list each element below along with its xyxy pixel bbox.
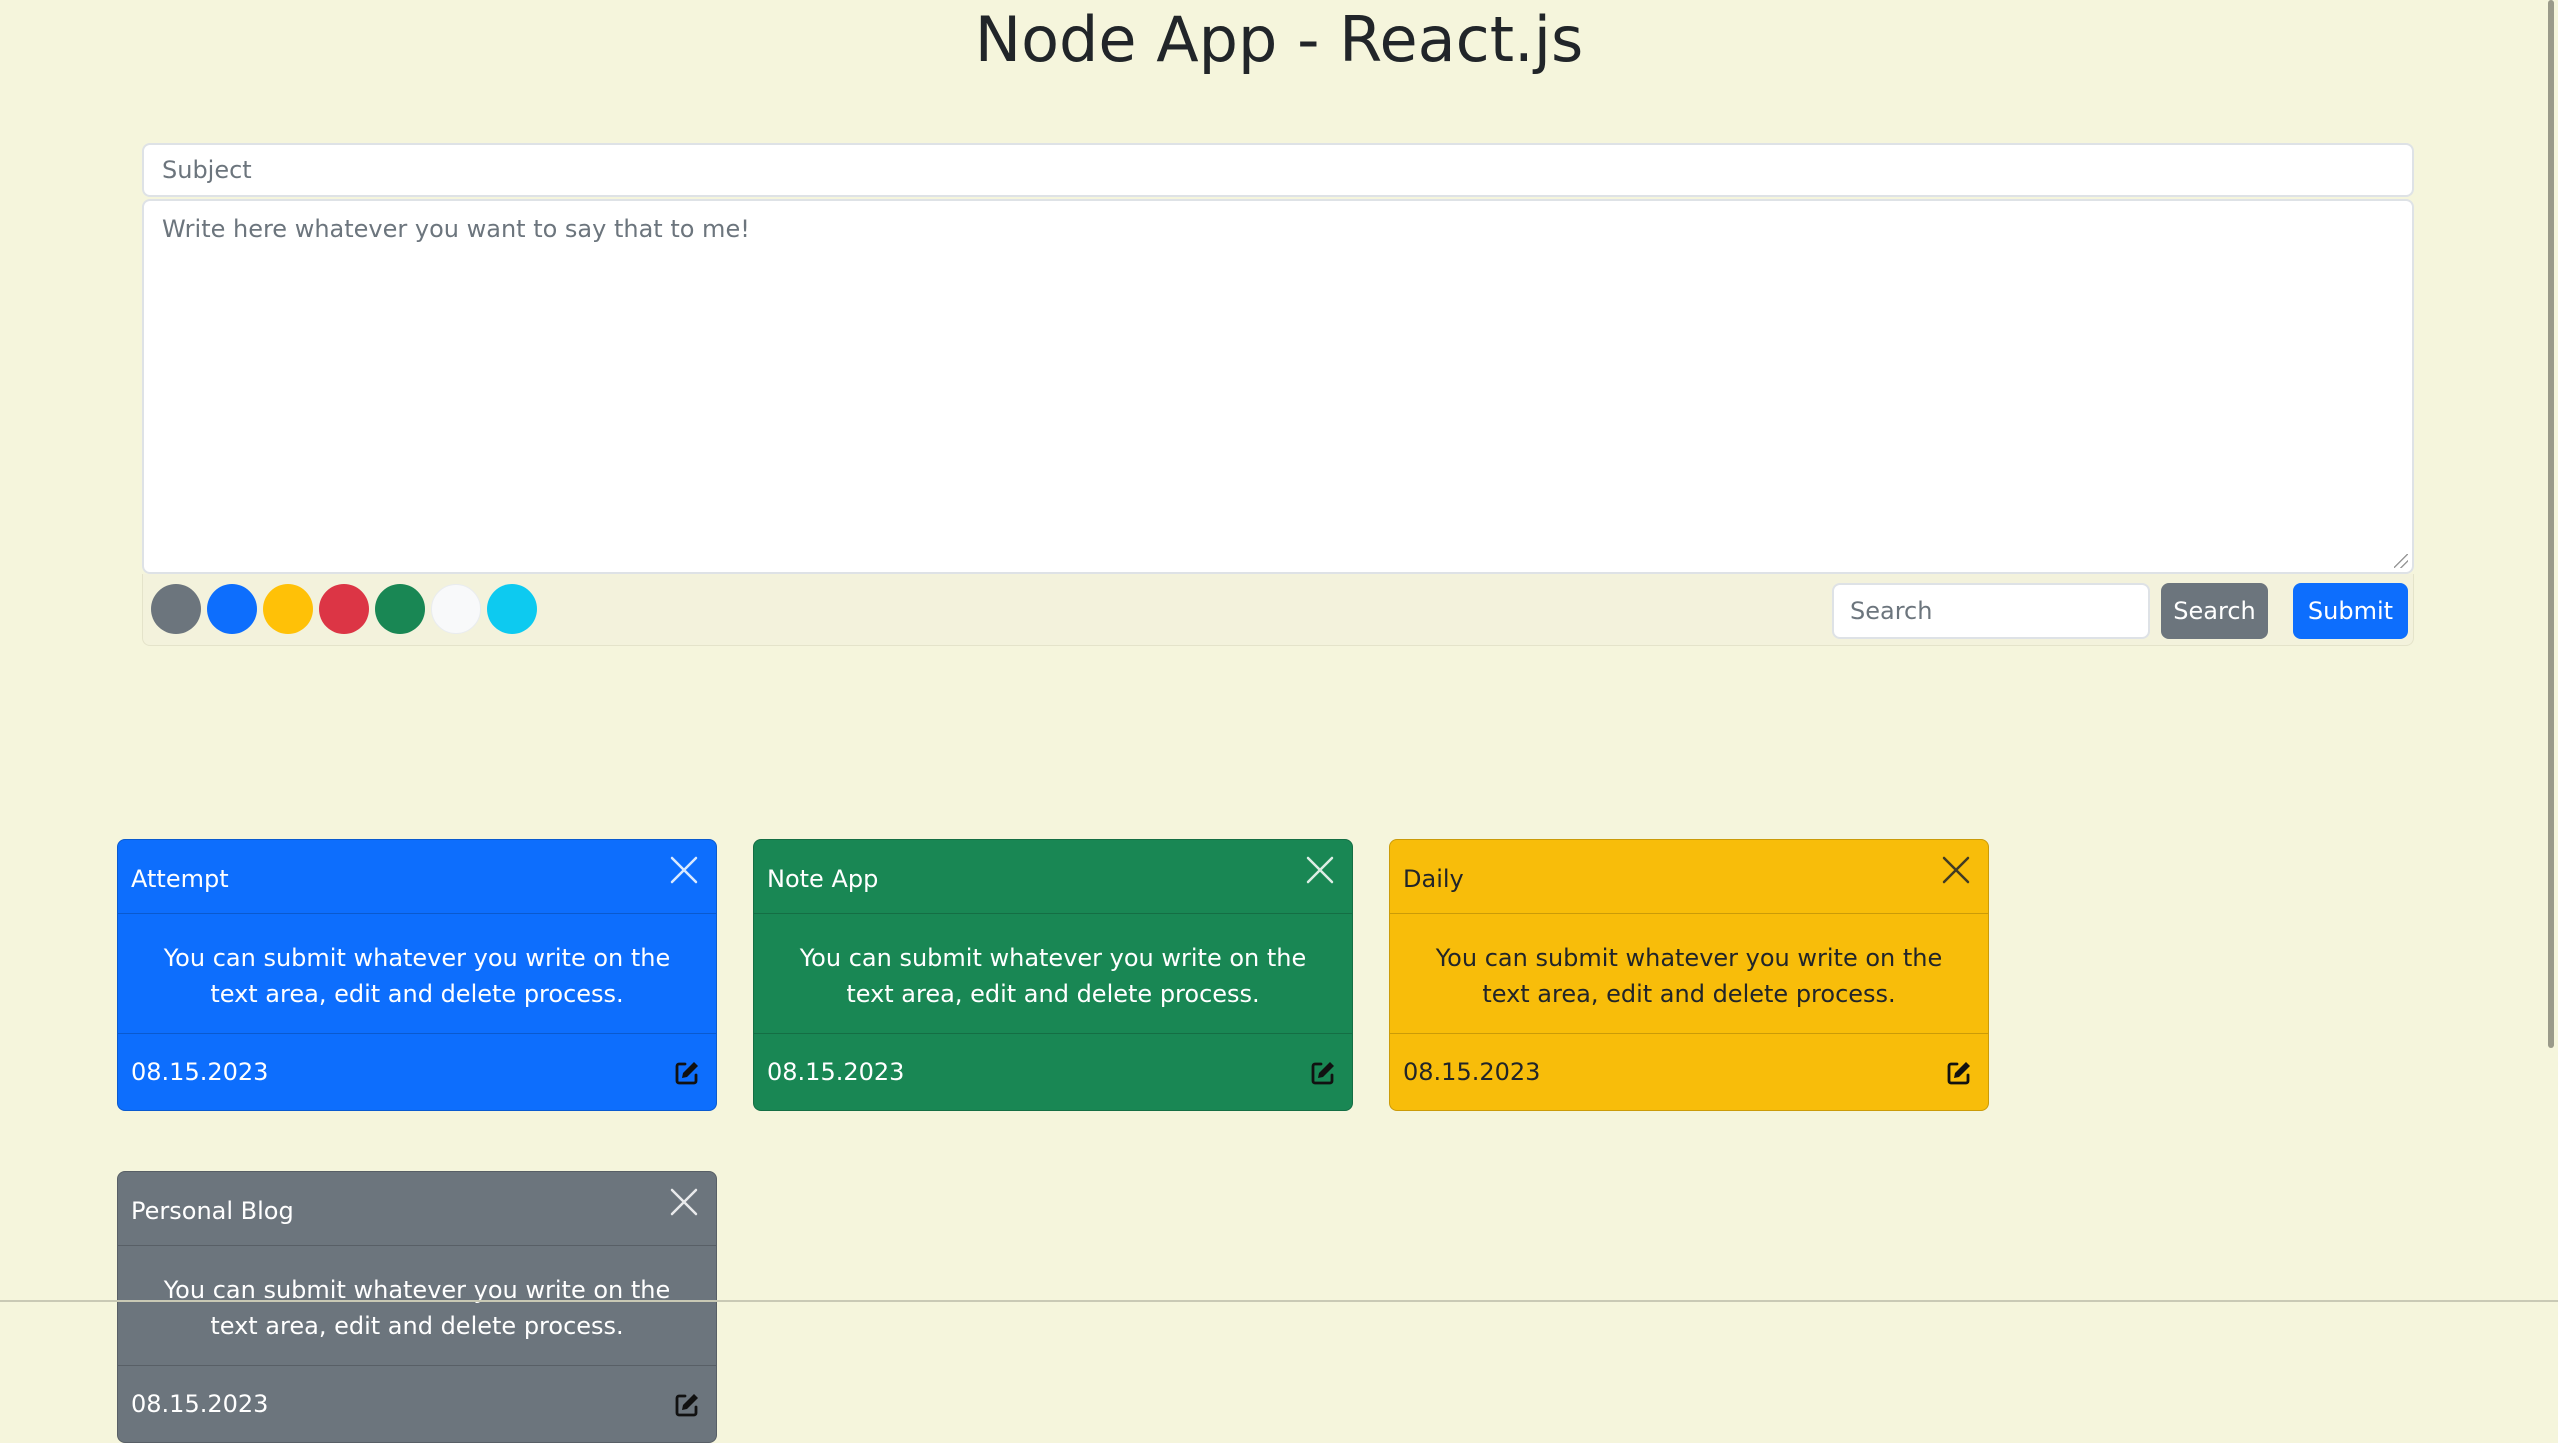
edit-icon[interactable]	[1946, 1060, 1972, 1086]
note-body: You can submit whatever you write on the…	[1390, 914, 1988, 1034]
color-swatch-light[interactable]	[431, 584, 481, 634]
note-toolbar: Search Search Submit	[142, 574, 2414, 646]
note-date: 08.15.2023	[767, 1058, 905, 1086]
submit-button[interactable]: Submit	[2293, 583, 2408, 639]
note-body: You can submit whatever you write on the…	[118, 1246, 716, 1366]
note-date: 08.15.2023	[131, 1058, 269, 1086]
note-title: Note App	[767, 865, 879, 893]
color-swatch-info[interactable]	[487, 584, 537, 634]
note-card: Note App You can submit whatever you writ…	[753, 839, 1353, 1111]
note-card-header: Daily	[1390, 840, 1988, 914]
edit-icon[interactable]	[674, 1060, 700, 1086]
note-card: Personal Blog You can submit whatever you…	[117, 1171, 717, 1443]
vertical-scrollbar[interactable]	[2542, 0, 2558, 1302]
note-card: Daily You can submit whatever you write o…	[1389, 839, 1989, 1111]
note-textarea[interactable]: Write here whatever you want to say that…	[142, 199, 2414, 574]
note-card-footer: 08.15.2023	[118, 1034, 716, 1110]
close-icon[interactable]	[668, 1186, 700, 1218]
color-swatch-danger[interactable]	[319, 584, 369, 634]
note-card-header: Note App	[754, 840, 1352, 914]
close-icon[interactable]	[1940, 854, 1972, 886]
edit-icon[interactable]	[674, 1392, 700, 1418]
note-title: Daily	[1403, 865, 1464, 893]
search-button[interactable]: Search	[2161, 583, 2268, 639]
search-input[interactable]: Search	[1832, 583, 2150, 639]
note-title: Attempt	[131, 865, 229, 893]
note-card-footer: 08.15.2023	[118, 1366, 716, 1442]
note-card: Attempt You can submit whatever you write…	[117, 839, 717, 1111]
color-swatch-warning[interactable]	[263, 584, 313, 634]
note-body: You can submit whatever you write on the…	[118, 914, 716, 1034]
color-swatch-success[interactable]	[375, 584, 425, 634]
page-title: Node App - React.js	[974, 3, 1584, 76]
note-card-footer: 08.15.2023	[754, 1034, 1352, 1110]
subject-input[interactable]: Subject	[142, 143, 2414, 197]
close-icon[interactable]	[668, 854, 700, 886]
note-textarea-placeholder: Write here whatever you want to say that…	[162, 215, 750, 243]
resize-handle[interactable]	[2394, 554, 2408, 568]
color-swatch-primary[interactable]	[207, 584, 257, 634]
note-card-header: Attempt	[118, 840, 716, 914]
color-swatch-secondary[interactable]	[151, 584, 201, 634]
note-body: You can submit whatever you write on the…	[754, 914, 1352, 1034]
edit-icon[interactable]	[1310, 1060, 1336, 1086]
close-icon[interactable]	[1304, 854, 1336, 886]
note-date: 08.15.2023	[131, 1390, 269, 1418]
note-title: Personal Blog	[131, 1197, 294, 1225]
note-card-header: Personal Blog	[118, 1172, 716, 1246]
scrollbar-thumb[interactable]	[2548, 0, 2554, 1048]
note-card-footer: 08.15.2023	[1390, 1034, 1988, 1110]
note-date: 08.15.2023	[1403, 1058, 1541, 1086]
